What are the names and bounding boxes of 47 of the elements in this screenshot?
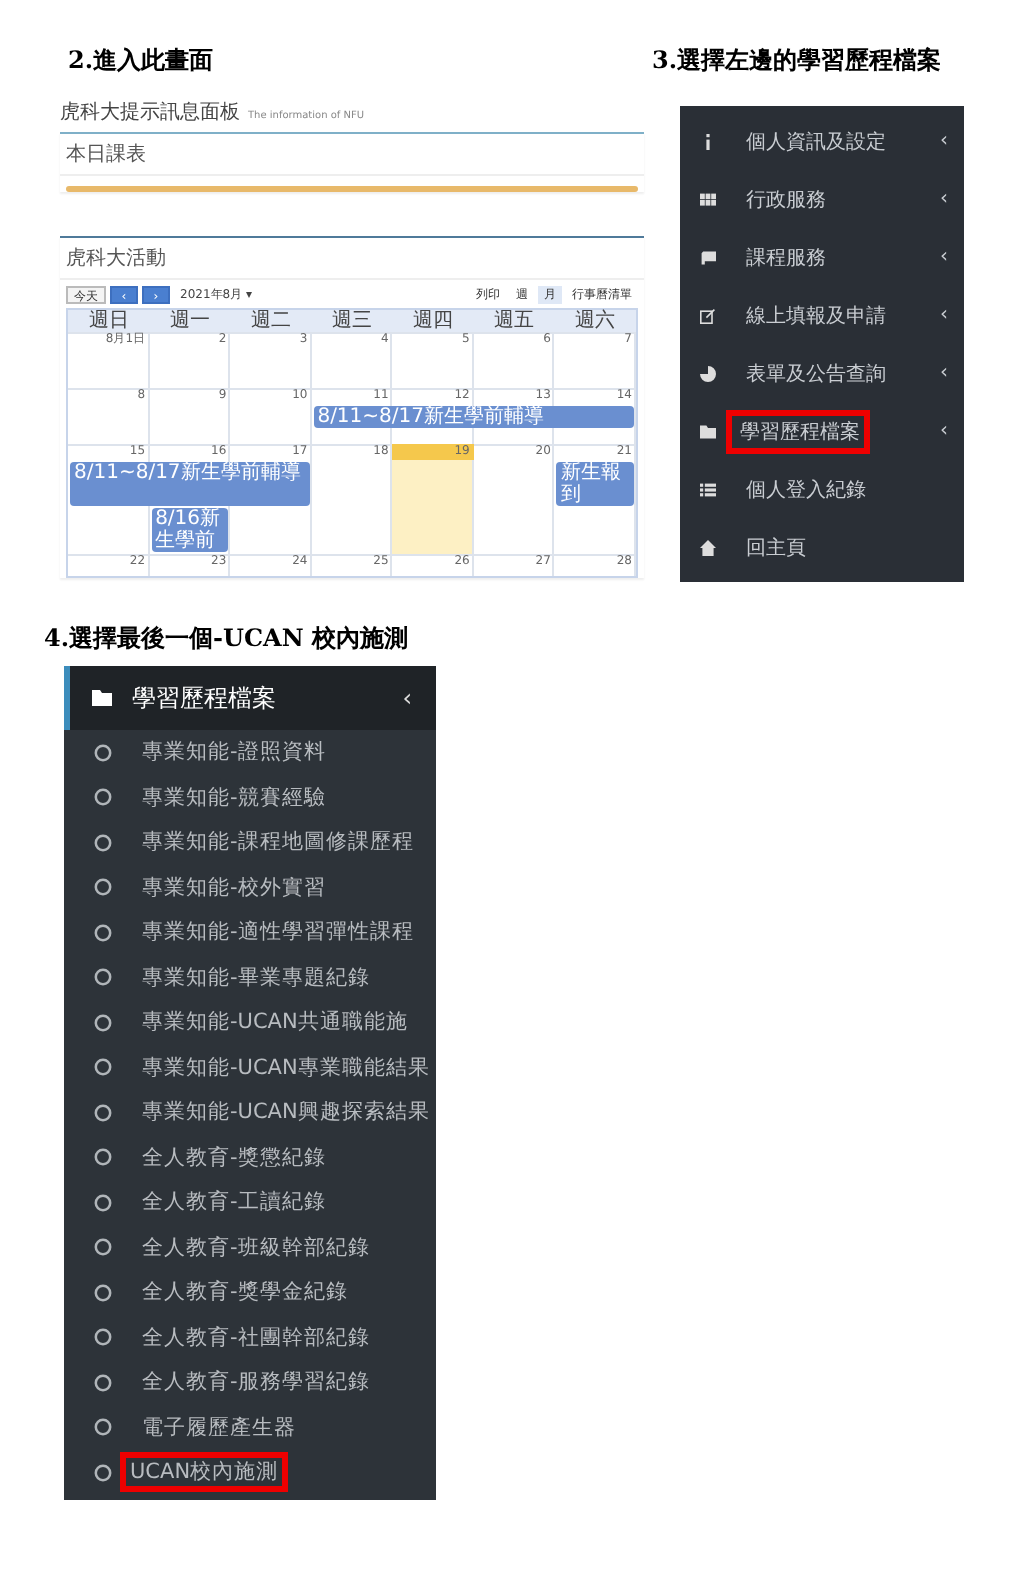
chevron: ‹	[940, 130, 948, 152]
menu-item[interactable]: 學習歷程檔案	[726, 409, 870, 453]
chevron: ‹	[940, 420, 948, 442]
weekday-label: 週三	[329, 310, 374, 332]
panel-title: 虎科大提示訊息面板	[60, 99, 240, 126]
panel-heading: 本日課表	[60, 134, 644, 176]
weekday-label: 週二	[248, 310, 293, 332]
submenu-item[interactable]: 專業知能-UCAN共通職能施	[132, 1002, 418, 1043]
menu-item[interactable]: 個人登入紀錄	[736, 467, 876, 511]
submenu-item[interactable]: 全人教育-獎學金紀錄	[132, 1272, 358, 1313]
submenu-header[interactable]: 學習歷程檔案 ‹	[64, 666, 436, 730]
submenu-item[interactable]: 專業知能-適性學習彈性課程	[132, 912, 424, 953]
submenu-title: 學習歷程檔案	[132, 681, 276, 715]
weekday-label: 週五	[492, 310, 537, 332]
submenu-item[interactable]: 專業知能-競賽經驗	[132, 777, 336, 818]
weekday-label: 週日	[86, 310, 131, 332]
menu-item[interactable]: 課程服務	[736, 235, 836, 279]
panel-heading: 虎科大活動	[60, 238, 644, 280]
submenu-item[interactable]: 專業知能-課程地圖修課歷程	[132, 822, 424, 863]
menu-item[interactable]: 表單及公告查詢	[736, 351, 896, 395]
submenu-item[interactable]: 全人教育-獎懲紀錄	[132, 1137, 336, 1178]
step-title: 4.選擇最後一個-UCAN 校內施測	[44, 622, 410, 656]
chevron: ‹	[940, 188, 948, 210]
menu-item[interactable]: 個人資訊及設定	[736, 119, 896, 163]
step-title: 2.進入此畫面	[68, 44, 216, 78]
weekday-label: 週四	[411, 310, 456, 332]
menu-item[interactable]: 回主頁	[736, 525, 816, 569]
chevron: ‹	[940, 362, 948, 384]
submenu-item[interactable]: 專業知能-UCAN專業職能結果	[132, 1047, 440, 1088]
submenu-item[interactable]: 專業知能-UCAN興趣探索結果	[132, 1092, 440, 1133]
submenu-item[interactable]: 專業知能-證照資料	[132, 732, 336, 773]
submenu-item[interactable]: 電子履歷產生器	[132, 1407, 306, 1448]
menu-item[interactable]: 行政服務	[736, 177, 836, 221]
menu-item[interactable]: 線上填報及申請	[736, 293, 896, 337]
submenu-item[interactable]: 全人教育-社團幹部紀錄	[132, 1317, 380, 1358]
chevron: ‹	[940, 304, 948, 326]
submenu-item[interactable]: 全人教育-服務學習紀錄	[132, 1362, 380, 1403]
chevron: ‹	[940, 246, 948, 268]
submenu-item[interactable]: 專業知能-校外實習	[132, 867, 336, 908]
submenu-item[interactable]: 全人教育-工讀紀錄	[132, 1182, 336, 1223]
submenu-item[interactable]: 專業知能-畢業專題紀錄	[132, 957, 380, 998]
submenu-item[interactable]: 全人教育-班級幹部紀錄	[132, 1227, 380, 1268]
step-title: 3.選擇左邊的學習歷程檔案	[652, 44, 944, 78]
submenu-item[interactable]: UCAN校內施測	[120, 1452, 289, 1493]
chevron: ‹	[402, 684, 412, 712]
weekday-label: 週六	[573, 310, 618, 332]
weekday-label: 週一	[167, 310, 212, 332]
